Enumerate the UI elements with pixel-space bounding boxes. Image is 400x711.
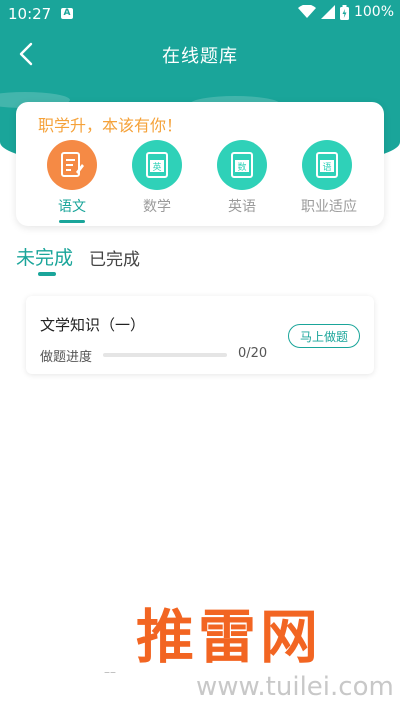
document-icon [47,140,97,190]
book-career-icon: 语 [302,140,352,190]
subject-card: 职学升，本该有你！ 语文 英 数学 数 英语 语 职业适应 [16,102,384,226]
subject-label: 职业适应 [301,199,357,215]
watermark-brand: 推雷网 [136,603,323,671]
book-english-icon: 数 [217,140,267,190]
status-indicators: 100% [297,4,394,20]
start-exercise-button[interactable]: 马上做题 [288,324,360,348]
battery-percent: 100% [353,4,394,20]
watermark-url: www.tuilei.com [196,672,394,702]
subject-active-indicator [59,220,85,223]
page-title: 在线题库 [162,46,238,67]
progress-bar [103,353,227,357]
subject-item-english[interactable]: 数 英语 [216,140,268,223]
tab-completed[interactable]: 已完成 [89,245,140,270]
svg-text:语: 语 [322,162,331,173]
status-time: 10:27 [8,5,52,23]
battery-icon [339,4,349,20]
subject-list: 语文 英 数学 数 英语 语 职业适应 [46,140,357,223]
exercise-card: 文学知识（一） 做题进度 0/20 马上做题 [26,296,374,374]
svg-text:英: 英 [152,161,161,173]
subject-label: 英语 [228,199,256,215]
signal-icon [320,5,335,19]
nav-bar: 在线题库 [0,28,400,80]
exercise-title: 文学知识（一） [40,316,146,334]
watermark: 推雷网 www.tuilei.com [130,590,400,711]
subject-label: 语文 [58,199,86,215]
notification-app-icon: A [61,8,73,19]
subject-item-career[interactable]: 语 职业适应 [301,140,357,223]
status-bar: 10:27 A 100% [0,0,400,28]
tab-active-indicator [38,272,56,276]
svg-text:数: 数 [237,161,246,173]
progress-value: 0/20 [238,346,268,361]
slogan-text: 职学升，本该有你！ [38,116,183,135]
subject-item-chinese[interactable]: 语文 [46,140,98,223]
progress-label: 做题进度 [40,350,93,365]
subject-label: 数学 [143,199,171,215]
book-math-icon: 英 [132,140,182,190]
subject-item-math[interactable]: 英 数学 [131,140,183,223]
tab-incomplete[interactable]: 未完成 [16,243,73,270]
footer-text: –– [104,665,116,679]
wifi-icon [297,5,316,18]
